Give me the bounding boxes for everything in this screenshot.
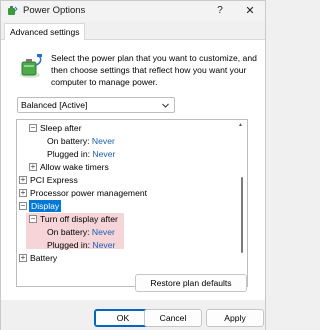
scrollbar-thumb[interactable] [241, 177, 243, 253]
intro-text: Select the power plan that you want to c… [51, 53, 257, 87]
expand-icon[interactable]: + [29, 162, 37, 171]
tree-item-display-plugged-in[interactable]: Plugged in: Never [47, 239, 115, 251]
expand-icon[interactable]: + [19, 175, 27, 184]
battery-plug-icon [20, 54, 42, 78]
power-plan-select[interactable]: Balanced [Active] [17, 97, 175, 113]
power-options-icon [8, 6, 18, 15]
tree-label: Allow wake timers [40, 162, 109, 172]
window-title: Power Options [23, 5, 86, 16]
tree-label-selected: Display [29, 200, 62, 212]
tree-label: Battery [30, 253, 58, 263]
settings-tree[interactable]: − Sleep after On battery: Never Plugged … [16, 119, 248, 287]
tree-label: Sleep after [40, 123, 82, 133]
title-bar[interactable]: Power Options ? ✕ [1, 1, 265, 21]
expand-icon[interactable]: + [19, 253, 27, 262]
collapse-icon[interactable]: − [29, 214, 37, 223]
setting-value-link[interactable]: Never [92, 149, 115, 159]
collapse-icon[interactable]: − [19, 201, 27, 210]
help-button[interactable]: ? [209, 2, 231, 20]
chevron-down-icon [162, 103, 169, 108]
close-button[interactable]: ✕ [237, 2, 263, 20]
tree-label: Processor power management [30, 188, 148, 198]
setting-label: On battery: [47, 136, 90, 146]
tree-label: Turn off display after [40, 214, 118, 224]
tab-strip: Advanced settings [1, 21, 265, 41]
setting-value-link[interactable]: Never [92, 240, 115, 250]
cancel-button[interactable]: Cancel [144, 309, 202, 327]
tree-item-sleep-on-battery[interactable]: On battery: Never [47, 135, 115, 147]
power-options-window: Power Options ? ✕ Advanced settings Sele… [0, 0, 266, 330]
tree-item-display-on-battery[interactable]: On battery: Never [47, 226, 115, 238]
restore-plan-defaults-button[interactable]: Restore plan defaults [135, 274, 247, 292]
expand-icon[interactable]: + [19, 188, 27, 197]
setting-label: On battery: [47, 227, 90, 237]
tab-advanced-settings[interactable]: Advanced settings [4, 23, 86, 41]
setting-value-link[interactable]: Never [92, 136, 115, 146]
power-plan-value: Balanced [Active] [21, 100, 88, 110]
tree-item-sleep-plugged-in[interactable]: Plugged in: Never [47, 148, 115, 160]
collapse-icon[interactable]: − [29, 123, 37, 132]
setting-value-link[interactable]: Never [92, 227, 115, 237]
setting-label: Plugged in: [47, 240, 91, 250]
setting-label: Plugged in: [47, 149, 91, 159]
tree-label: PCI Express [30, 175, 78, 185]
scroll-up-icon[interactable]: ▲ [238, 122, 243, 128]
apply-button[interactable]: Apply [206, 309, 264, 327]
